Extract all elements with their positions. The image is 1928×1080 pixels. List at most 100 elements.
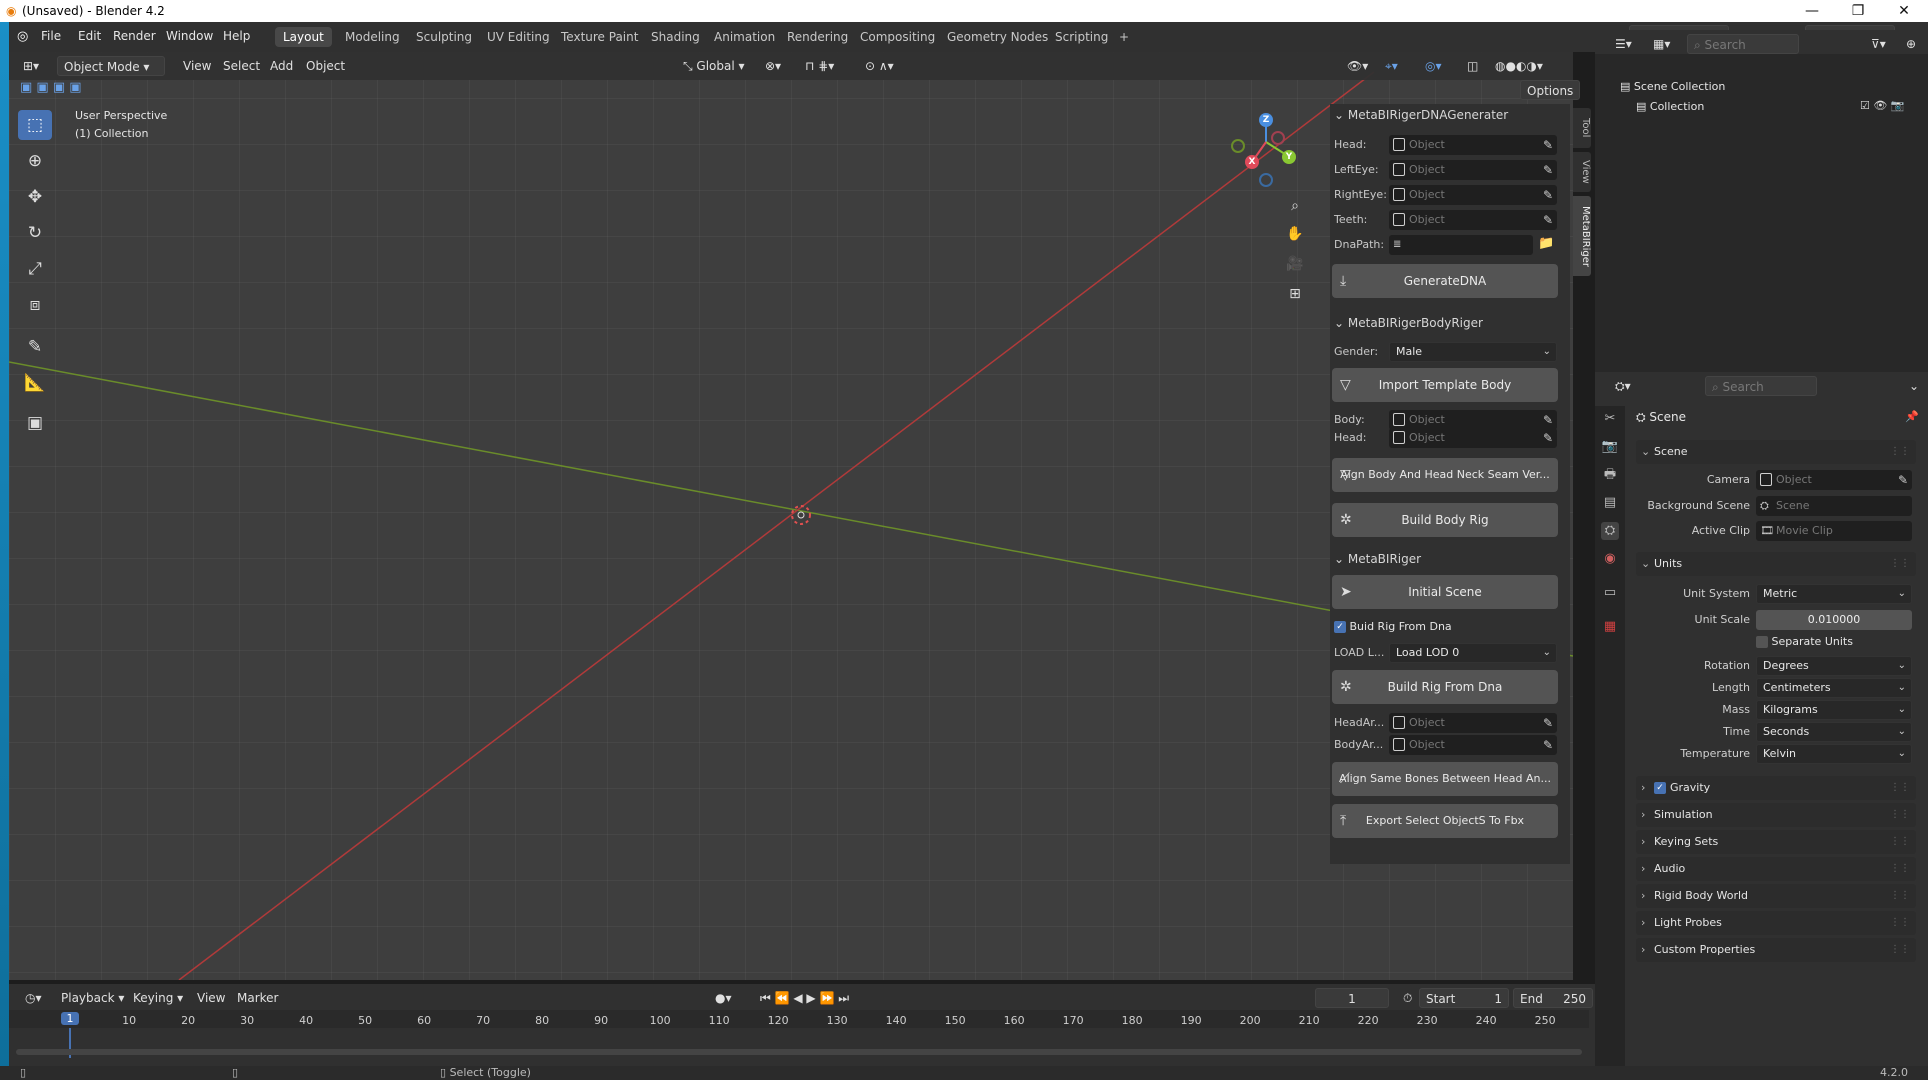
units-section-header[interactable]: ⌄ Units ⋮⋮	[1636, 552, 1916, 576]
unit-system-dropdown[interactable]: Metric ⌄	[1756, 584, 1912, 604]
build-body-rig-button[interactable]: ✲ Build Body Rig	[1332, 503, 1558, 537]
scale-tool-icon[interactable]: ⤢	[18, 254, 52, 284]
cursor-tool-icon[interactable]: ⊕	[18, 146, 52, 176]
initial-scene-button[interactable]: ➤ Initial Scene	[1332, 575, 1558, 609]
time-dropdown[interactable]: Seconds ⌄	[1756, 722, 1912, 742]
tab-compositing[interactable]: Compositing	[852, 27, 943, 47]
snap-icon[interactable]: ⊓ ⋕▾	[799, 56, 840, 76]
keying-sets-section-header[interactable]: › Keying Sets ⋮⋮	[1636, 830, 1916, 854]
dna-panel-header[interactable]: ⌄ MetaBIRigerDNAGenerater	[1334, 104, 1508, 126]
menu-file[interactable]: File	[41, 29, 61, 43]
editor-type-icon[interactable]: ⊞▾	[17, 56, 45, 76]
gravity-section-header[interactable]: › ✓ Gravity ⋮⋮	[1636, 776, 1916, 800]
world-tab-icon[interactable]: ◉	[1601, 550, 1619, 568]
body-head-object-field[interactable]: Object ✎	[1389, 428, 1557, 448]
overlays-icon[interactable]: ◎▾	[1419, 56, 1448, 76]
bodyar-object-field[interactable]: Object ✎	[1389, 735, 1557, 755]
pivot-icon[interactable]: ⊗▾	[759, 56, 787, 76]
playback-menu[interactable]: Playback ▾	[55, 988, 130, 1008]
scene-tab-icon[interactable]: ⛭	[1601, 522, 1619, 540]
new-collection-icon[interactable]: ⊕	[1900, 34, 1922, 54]
rigid-body-world-section-header[interactable]: › Rigid Body World ⋮⋮	[1636, 884, 1916, 908]
measure-tool-icon[interactable]: 📐	[18, 368, 52, 398]
separate-units-checkbox[interactable]: Separate Units	[1756, 634, 1853, 650]
pan-hand-icon[interactable]: ✋	[1283, 222, 1307, 246]
timeline-editor-icon[interactable]: ◷▾	[19, 988, 48, 1008]
rotate-tool-icon[interactable]: ↻	[18, 218, 52, 248]
scene-collection-row[interactable]: ▤ Scene Collection	[1620, 80, 1725, 93]
zoom-icon[interactable]: ⌕	[1283, 194, 1307, 218]
camera-view-icon[interactable]: 🎥	[1283, 252, 1307, 276]
unit-scale-field[interactable]: 0.010000	[1756, 610, 1912, 630]
xray-icon[interactable]: ◫	[1461, 56, 1484, 76]
headar-object-field[interactable]: Object ✎	[1389, 713, 1557, 733]
menu-edit[interactable]: Edit	[78, 29, 101, 43]
tab-metabiriger[interactable]: MetaBIRiger	[1573, 196, 1591, 276]
mass-dropdown[interactable]: Kilograms ⌄	[1756, 700, 1912, 720]
transform-orientation-dropdown[interactable]: ⤡ Global ▾	[677, 56, 751, 76]
select-menu[interactable]: Select	[217, 56, 266, 76]
annotate-tool-icon[interactable]: ✎	[18, 332, 52, 362]
view-menu[interactable]: View	[177, 56, 217, 76]
render-tab-icon[interactable]: 📷	[1601, 438, 1619, 456]
riger-panel-header[interactable]: ⌄ MetaBIRiger	[1334, 548, 1421, 570]
generate-dna-button[interactable]: ⤓ GenerateDNA	[1332, 264, 1558, 298]
timeline-scrollbar[interactable]	[16, 1049, 1582, 1055]
end-frame-field[interactable]: End 250	[1513, 988, 1593, 1008]
dnapath-input[interactable]: ≣	[1389, 235, 1533, 255]
view-layer-tab-icon[interactable]: ▤	[1601, 494, 1619, 512]
tab-view[interactable]: View	[1573, 152, 1591, 192]
teeth-object-field[interactable]: Object ✎	[1389, 210, 1557, 230]
tab-modeling[interactable]: Modeling	[337, 27, 408, 47]
navigation-gizmo[interactable]: Z Y X	[1222, 110, 1302, 190]
collection-row[interactable]: ▤ Collection	[1636, 100, 1704, 113]
folder-icon[interactable]: 📁	[1538, 236, 1554, 251]
simulation-section-header[interactable]: › Simulation ⋮⋮	[1636, 803, 1916, 827]
gender-dropdown[interactable]: Male ⌄	[1389, 342, 1557, 362]
perspective-grid-icon[interactable]: ⊞	[1283, 282, 1307, 306]
start-frame-field[interactable]: Start 1	[1419, 988, 1509, 1008]
light-probes-section-header[interactable]: › Light Probes ⋮⋮	[1636, 911, 1916, 935]
collection-visibility-icons[interactable]: ☑ 👁 📷	[1860, 99, 1905, 112]
temperature-dropdown[interactable]: Kelvin ⌄	[1756, 744, 1912, 764]
filter-icon[interactable]: ⊽▾	[1865, 34, 1892, 54]
export-fbx-button[interactable]: ⤒ Export Select ObjectS To Fbx	[1332, 804, 1558, 838]
eyedropper-icon[interactable]: ✎	[1543, 428, 1553, 448]
tab-geometry-nodes[interactable]: Geometry Nodes	[939, 27, 1056, 47]
tab-shading[interactable]: Shading	[643, 27, 708, 47]
eyedropper-icon[interactable]: ✎	[1543, 210, 1553, 230]
properties-options-icon[interactable]: ⌄	[1903, 376, 1925, 396]
add-workspace-button[interactable]: +	[1111, 27, 1137, 47]
playback-controls[interactable]: ⏮ ⏪ ◀ ▶ ⏩ ⏭	[754, 988, 855, 1008]
menu-window[interactable]: Window	[166, 29, 213, 43]
gizmo-z-axis[interactable]: Z	[1259, 113, 1273, 127]
gizmo-x-axis[interactable]: X	[1245, 155, 1259, 169]
tab-scripting[interactable]: Scripting	[1047, 27, 1116, 47]
current-frame-field[interactable]: 1	[1315, 988, 1389, 1008]
minimize-button[interactable]: —	[1790, 1, 1834, 21]
tab-tool[interactable]: Tool	[1573, 108, 1591, 148]
tab-sculpting[interactable]: Sculpting	[408, 27, 480, 47]
align-bones-button[interactable]: ⟋ Align Same Bones Between Head An...	[1332, 762, 1558, 796]
visibility-icon[interactable]: 👁▾	[1341, 56, 1374, 76]
tab-animation[interactable]: Animation	[706, 27, 783, 47]
camera-field[interactable]: Object ✎	[1756, 470, 1912, 490]
lod-dropdown[interactable]: Load LOD 0 ⌄	[1389, 643, 1557, 663]
eyedropper-icon[interactable]: ✎	[1543, 185, 1553, 205]
outliner-editor-icon[interactable]: ☰▾	[1609, 34, 1638, 54]
import-template-body-button[interactable]: ▽ Import Template Body	[1332, 368, 1558, 402]
collection-tab-icon[interactable]: ▭	[1601, 584, 1619, 602]
properties-search-input[interactable]: ⌕ Search	[1705, 376, 1817, 396]
lefteye-object-field[interactable]: Object ✎	[1389, 160, 1557, 180]
righteye-object-field[interactable]: Object ✎	[1389, 185, 1557, 205]
proportional-edit-icon[interactable]: ⊙ ∧▾	[859, 56, 900, 76]
selection-mode-icons[interactable]: ▣ ▣ ▣ ▣	[20, 80, 110, 98]
tool-tab-icon[interactable]: ✂	[1601, 410, 1619, 428]
body-object-field[interactable]: Object ✎	[1389, 410, 1557, 430]
build-from-dna-checkbox[interactable]: ✓ Buid Rig From Dna	[1334, 618, 1452, 636]
body-panel-header[interactable]: ⌄ MetaBIRigerBodyRiger	[1334, 312, 1483, 334]
move-tool-icon[interactable]: ✥	[18, 182, 52, 212]
outliner-search-input[interactable]: ⌕ Search	[1687, 34, 1799, 54]
keying-menu[interactable]: Keying ▾	[127, 988, 189, 1008]
tab-rendering[interactable]: Rendering	[779, 27, 856, 47]
